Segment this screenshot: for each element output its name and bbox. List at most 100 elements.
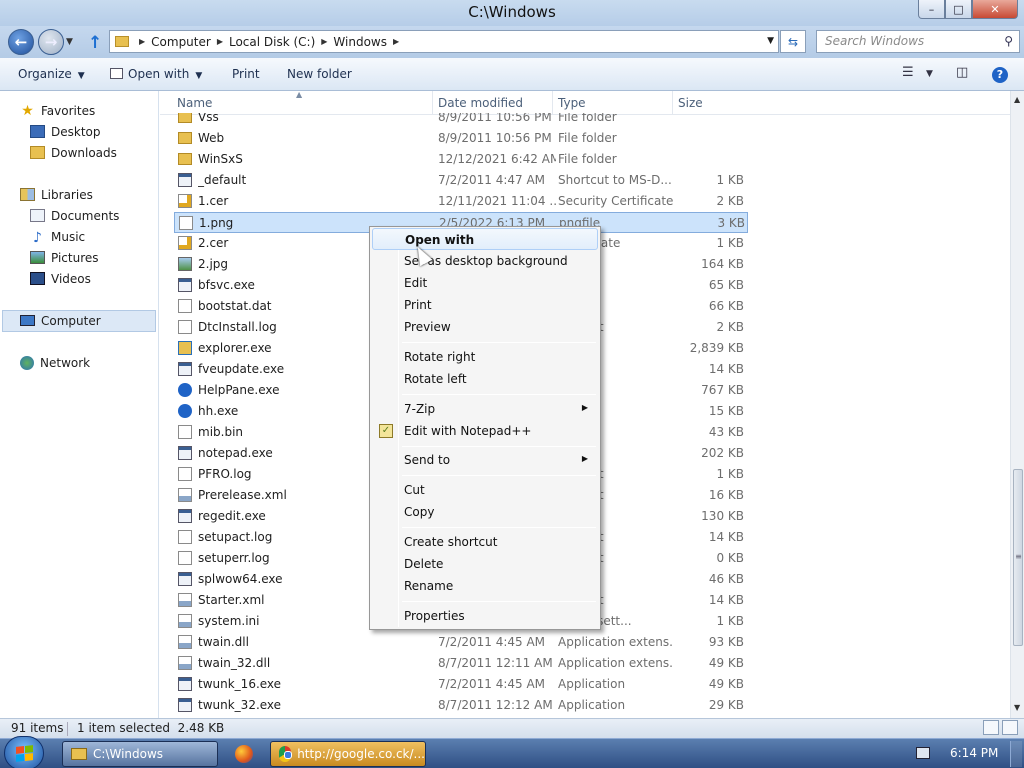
menu-properties[interactable]: Properties (372, 605, 598, 627)
table-row[interactable]: _default 7/2/2011 4:47 AM Shortcut to MS-D… (174, 170, 748, 191)
title-bar[interactable]: C:\Windows – □ ✕ (0, 0, 1024, 26)
taskbar-chrome-button[interactable]: http://google.co.ck/... (270, 741, 426, 767)
column-date-modified[interactable]: Date modified (438, 96, 523, 110)
column-divider[interactable] (672, 91, 673, 115)
details-view-icon[interactable] (983, 720, 999, 735)
menu-7zip[interactable]: 7-Zip ▶ (372, 398, 598, 420)
menu-delete[interactable]: Delete (372, 553, 598, 575)
scroll-down-icon[interactable]: ▼ (1014, 703, 1020, 712)
nav-desktop-label: Desktop (51, 124, 101, 139)
nav-computer[interactable]: Computer (20, 310, 101, 331)
recent-pages-dropdown-icon[interactable]: ▼ (66, 37, 73, 47)
nav-downloads[interactable]: Downloads (30, 142, 117, 163)
change-view-icon[interactable]: ☰ (902, 65, 914, 80)
file-size: 164 KB (701, 257, 744, 271)
chevron-right-icon[interactable]: ▶ (217, 37, 223, 46)
menu-copy[interactable]: Copy (372, 501, 598, 523)
file-size: 49 KB (708, 677, 744, 691)
search-icon[interactable]: ⚲ (1004, 34, 1013, 48)
up-arrow-icon[interactable]: ↑ (88, 33, 102, 53)
taskbar-firefox-button[interactable] (226, 741, 262, 767)
menu-cut-label: Cut (404, 483, 425, 497)
menu-rotate-left[interactable]: Rotate left (372, 368, 598, 390)
minimize-button[interactable]: – (918, 0, 945, 19)
start-button[interactable] (4, 736, 44, 768)
menu-edit-notepad-plus-plus[interactable]: ✓ Edit with Notepad++ (372, 420, 598, 442)
file-name: twunk_16.exe (198, 677, 282, 691)
table-row[interactable]: WinSxS 12/12/2021 6:42 AM File folder (174, 149, 748, 170)
large-icons-view-icon[interactable] (1002, 720, 1018, 735)
column-divider[interactable] (432, 91, 433, 115)
table-row[interactable]: twain_32.dll 8/7/2011 12:11 AM Application… (174, 653, 748, 674)
refresh-button[interactable]: ⇆ (780, 30, 806, 53)
taskbar-explorer-button[interactable]: C:\Windows (62, 741, 218, 767)
chevron-right-icon[interactable]: ▶ (321, 37, 327, 46)
file-size: 767 KB (701, 383, 744, 397)
nav-videos[interactable]: Videos (30, 268, 91, 289)
view-dropdown-icon[interactable]: ▼ (926, 69, 933, 79)
open-with-button[interactable]: Open with ▼ (110, 67, 202, 81)
table-row[interactable]: twunk_16.exe 7/2/2011 4:45 AM Application 4… (174, 674, 748, 695)
nav-network-label: Network (40, 355, 91, 370)
nav-libraries[interactable]: Libraries (20, 184, 93, 205)
menu-edit[interactable]: Edit (372, 272, 598, 294)
menu-send-to[interactable]: Send to ▶ (372, 449, 598, 471)
close-button[interactable]: ✕ (972, 0, 1018, 19)
print-button[interactable]: Print (232, 67, 260, 81)
table-row[interactable]: twain.dll 7/2/2011 4:45 AM Application ext… (174, 632, 748, 653)
file-name: _default (198, 173, 247, 187)
address-dropdown-icon[interactable]: ▼ (767, 36, 774, 46)
breadcrumb-computer[interactable]: Computer (151, 35, 211, 49)
new-folder-button[interactable]: New folder (287, 67, 352, 81)
table-row[interactable]: 1.cer 12/11/2021 11:04 ... Security Certif… (174, 191, 748, 212)
nav-music-label: Music (51, 229, 86, 244)
chevron-right-icon[interactable]: ▶ (393, 37, 399, 46)
table-row[interactable]: twunk_32.exe 8/7/2011 12:12 AM Application… (174, 695, 748, 716)
forward-button[interactable]: → (38, 29, 64, 55)
column-type[interactable]: Type (558, 96, 586, 110)
address-bar[interactable]: ▶ Computer ▶ Local Disk (C:) ▶ Windows ▶… (109, 30, 779, 53)
column-size[interactable]: Size (678, 96, 703, 110)
menu-open-with[interactable]: Open with (372, 228, 598, 250)
menu-print[interactable]: Print (372, 294, 598, 316)
maximize-button[interactable]: □ (945, 0, 972, 19)
nav-documents[interactable]: Documents (30, 205, 119, 226)
help-icon[interactable]: ? (992, 67, 1008, 83)
search-input[interactable]: Search Windows ⚲ (816, 30, 1020, 53)
breadcrumb-local-disk[interactable]: Local Disk (C:) (229, 35, 315, 49)
menu-cut[interactable]: Cut (372, 479, 598, 501)
back-button[interactable]: ← (8, 29, 34, 55)
nav-desktop[interactable]: Desktop (30, 121, 101, 142)
menu-rename[interactable]: Rename (372, 575, 598, 597)
clock[interactable]: 6:14 PM (950, 746, 998, 760)
chevron-right-icon[interactable]: ▶ (139, 37, 145, 46)
preview-pane-icon[interactable]: ◫ (956, 65, 968, 80)
organize-button[interactable]: Organize ▼ (18, 67, 85, 81)
breadcrumb-windows[interactable]: Windows (333, 35, 387, 49)
exe-file-icon (178, 173, 192, 187)
file-file-icon (179, 216, 193, 230)
network-tray-icon[interactable] (916, 747, 930, 759)
notepad-plus-plus-icon: ✓ (379, 424, 393, 438)
vertical-scrollbar[interactable]: ▲ ≡ ▼ (1010, 91, 1024, 718)
column-divider[interactable] (552, 91, 553, 115)
chevron-down-icon: ▼ (77, 71, 85, 81)
menu-rotate-right[interactable]: Rotate right (372, 346, 598, 368)
file-date: 8/7/2011 12:12 AM (438, 698, 553, 712)
menu-set-desktop-background[interactable]: Set as desktop background (372, 250, 598, 272)
menu-separator (402, 342, 596, 343)
file-type: File folder (558, 113, 617, 124)
nav-pictures[interactable]: Pictures (30, 247, 99, 268)
column-name[interactable]: Name (177, 96, 212, 110)
nav-music[interactable]: ♪ Music (30, 226, 85, 247)
sort-ascending-icon: ▲ (296, 90, 303, 99)
show-desktop-button[interactable] (1010, 741, 1022, 767)
scrollbar-thumb[interactable]: ≡ (1013, 469, 1023, 646)
nav-network[interactable]: Network (20, 352, 90, 373)
table-row[interactable]: Vss 8/9/2011 10:56 PM File folder (174, 113, 748, 128)
menu-preview[interactable]: Preview (372, 316, 598, 338)
scroll-up-icon[interactable]: ▲ (1014, 95, 1020, 104)
nav-favorites[interactable]: ★ Favorites (20, 100, 95, 121)
table-row[interactable]: Web 8/9/2011 10:56 PM File folder (174, 128, 748, 149)
menu-create-shortcut[interactable]: Create shortcut (372, 531, 598, 553)
